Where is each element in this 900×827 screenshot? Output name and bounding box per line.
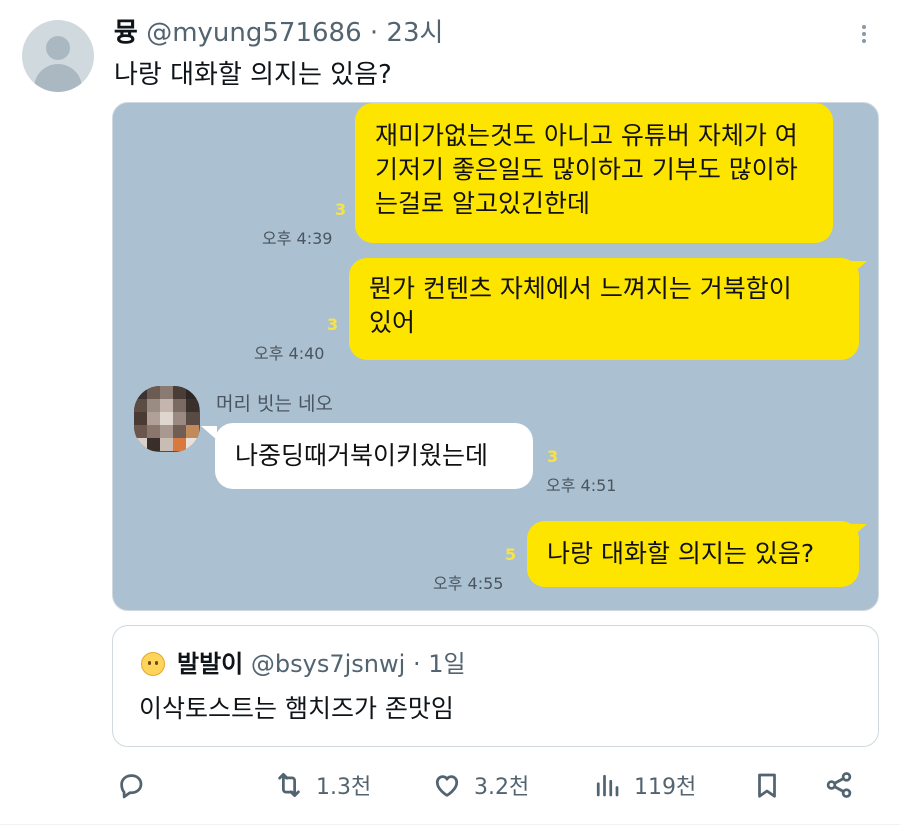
chat-screenshot-image[interactable]: 재미가없는것도 아니고 유튜버 자체가 여 기저기 좋은일도 많이하고 기부도 … [112, 102, 879, 611]
like-button[interactable]: 3.2천 [432, 760, 529, 810]
chat-line: 나랑 대화할 의지는 있음? [547, 539, 815, 568]
quoted-separator: · [412, 650, 421, 678]
bubble-tail [851, 524, 867, 538]
message-time: 오후 4:40 [254, 344, 325, 363]
chat-bubble: 나랑 대화할 의지는 있음? [527, 521, 859, 587]
message-time: 오후 4:51 [546, 476, 617, 495]
share-button[interactable] [824, 760, 854, 810]
quoted-time: 1일 [428, 650, 466, 678]
quoted-tweet-header: 발발이 @bsys7jsnwj · 1일 [177, 648, 466, 680]
tweet-time[interactable]: 23시 [386, 18, 443, 48]
avatar[interactable] [22, 20, 94, 92]
views-icon [596, 774, 619, 797]
share-icon [826, 772, 852, 798]
unread-count: 3 [547, 447, 559, 466]
retweet-button[interactable]: 1.3천 [274, 760, 371, 810]
like-count: 3.2천 [474, 775, 530, 800]
author-handle[interactable]: @myung571686 [146, 18, 361, 48]
chat-bubble: 나중딩때거북이키웠는데 [215, 423, 533, 489]
unread-count: 3 [327, 315, 339, 334]
views-button[interactable]: 119천 [592, 760, 696, 810]
bookmark-icon [758, 773, 776, 798]
bubble-tail [201, 426, 217, 440]
header-separator: · [369, 18, 379, 48]
chat-bubble: 뭔가 컨텐츠 자체에서 느껴지는 거북함이 있어 [349, 258, 859, 360]
message-time: 오후 4:39 [262, 229, 333, 248]
heart-icon [435, 775, 459, 797]
action-bar: 1.3천 3.2천 119천 [0, 760, 900, 810]
unread-count: 3 [335, 200, 347, 219]
chat-line: 있어 [369, 308, 416, 337]
tweet: 뮹 @myung571686 · 23시 나랑 대화할 의지는 있음? 재미가없… [0, 0, 900, 827]
message-time: 오후 4:55 [433, 574, 504, 593]
sender-name: 머리 빗는 네오 [216, 393, 333, 415]
profile-emoji-icon [141, 652, 165, 676]
divider [0, 824, 900, 825]
reply-button[interactable] [116, 760, 146, 810]
avatar-head-shape [46, 36, 70, 60]
quoted-tweet-text: 이삭토스트는 햄치즈가 존맛임 [139, 694, 454, 723]
chat-line: 재미가없는것도 아니고 유튜버 자체가 여 [375, 121, 798, 150]
avatar-body-shape [34, 64, 82, 92]
tweet-header: 뮹 @myung571686 · 23시 [114, 16, 443, 50]
bookmark-button[interactable] [752, 760, 782, 810]
chat-line: 나중딩때거북이키웠는데 [235, 441, 489, 470]
bubble-tail [851, 261, 867, 275]
quoted-author-name: 발발이 [177, 650, 244, 678]
chat-line: 는걸로 알고있긴한데 [375, 189, 590, 218]
author-name[interactable]: 뮹 [114, 18, 138, 48]
unread-count: 5 [505, 545, 517, 564]
more-options-icon[interactable] [852, 22, 876, 48]
quoted-tweet[interactable]: 발발이 @bsys7jsnwj · 1일 이삭토스트는 햄치즈가 존맛임 [112, 625, 879, 747]
quoted-author-handle: @bsys7jsnwj [250, 650, 406, 678]
reply-icon [120, 774, 143, 799]
sender-avatar[interactable] [134, 386, 200, 452]
chat-line: 뭔가 컨텐츠 자체에서 느껴지는 거북함이 [369, 274, 792, 303]
chat-bubble: 재미가없는것도 아니고 유튜버 자체가 여 기저기 좋은일도 많이하고 기부도 … [355, 103, 833, 243]
views-count: 119천 [634, 775, 697, 800]
retweet-count: 1.3천 [316, 775, 372, 800]
tweet-text: 나랑 대화할 의지는 있음? [114, 60, 392, 90]
retweet-icon [278, 773, 300, 797]
chat-line: 기저기 좋은일도 많이하고 기부도 많이하 [375, 155, 798, 184]
